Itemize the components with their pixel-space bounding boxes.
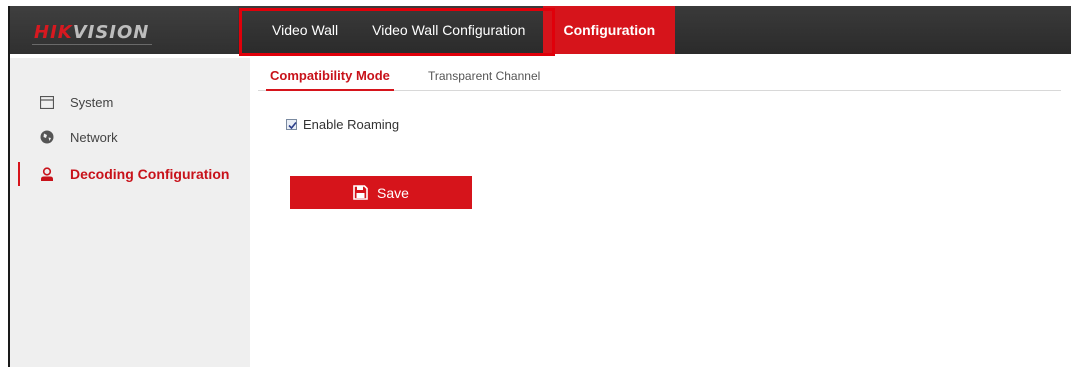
enable-roaming-checkbox[interactable] [286,119,297,130]
app-frame: HIKVISION Video Wall Video Wall Configur… [8,6,1071,367]
active-indicator [18,162,20,186]
nav-video-wall[interactable]: Video Wall [266,6,354,54]
sidebar-item-label: Network [70,129,118,145]
hikvision-logo: HIKVISION [34,22,150,43]
config-tabs: Compatibility Mode Transparent Channel [258,62,1061,91]
save-disk-icon [353,185,368,200]
sidebar: System Network Decoding Configuration [10,58,250,367]
main-nav: Video Wall Video Wall Configuration Conf… [266,6,676,54]
active-tab-underline [266,89,394,91]
top-navigation-bar: HIKVISION Video Wall Video Wall Configur… [10,6,1071,54]
system-window-icon [40,95,54,109]
enable-roaming-label: Enable Roaming [303,117,400,132]
nav-video-wall-configuration[interactable]: Video Wall Configuration [362,6,535,54]
save-button-label: Save [377,184,409,201]
sidebar-item-label: System [70,94,114,110]
sidebar-item-system[interactable]: System [10,86,250,118]
sidebar-item-decoding-configuration[interactable]: Decoding Configuration [10,158,250,190]
sidebar-item-label: Decoding Configuration [70,166,230,182]
save-button[interactable]: Save [290,176,472,209]
enable-roaming-row: Enable Roaming [286,117,399,132]
logo-underline [32,44,152,45]
nav-configuration[interactable]: Configuration [543,6,676,54]
logo-area: HIKVISION [10,6,238,54]
tab-compatibility-mode[interactable]: Compatibility Mode [266,68,394,91]
sidebar-item-network[interactable]: Network [10,121,250,153]
decoding-user-icon [40,166,54,181]
network-globe-icon [40,130,54,144]
tab-transparent-channel[interactable]: Transparent Channel [428,69,540,83]
